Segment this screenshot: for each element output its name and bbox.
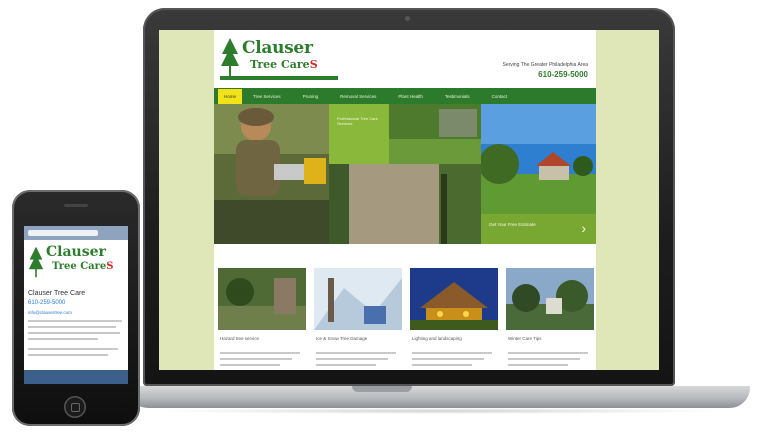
nav-item-home[interactable]: Home — [218, 88, 243, 104]
phone-screen: Clauser Tree CareS Clauser Tree Care 610… — [24, 226, 128, 384]
text-placeholder — [412, 352, 492, 354]
free-estimate-button[interactable]: Get Your Free Estimate › — [481, 214, 596, 244]
text-placeholder — [412, 364, 472, 366]
hero-cta-label: Get Your Free Estimate — [489, 222, 536, 227]
main-nav: Home Tree Services Pruning Removal Servi… — [214, 88, 596, 104]
webcam — [405, 16, 410, 21]
logo-text: Clauser — [46, 244, 106, 260]
laptop-shadow — [150, 408, 730, 414]
feature-card[interactable]: Hazard tree service — [218, 268, 306, 370]
chevron-right-icon: › — [581, 220, 586, 236]
text-placeholder — [316, 364, 376, 366]
text-placeholder — [28, 354, 108, 356]
home-button[interactable] — [64, 396, 86, 418]
feature-grid: Hazard tree service Ice & Snow Tree Dama… — [214, 268, 596, 370]
laptop-lid-notch — [352, 386, 412, 392]
website: Clauser Tree CareS Serving The Greater P… — [214, 30, 596, 370]
feature-card[interactable]: Winter Care Tips — [506, 268, 594, 370]
nav-item-contact[interactable]: Contact — [481, 94, 519, 99]
nav-item-testimonials[interactable]: Testimonials — [434, 94, 481, 99]
url-field[interactable] — [28, 230, 98, 236]
feature-title: Hazard tree service — [220, 336, 260, 341]
logo-text: Clauser — [242, 38, 313, 58]
laptop-base — [128, 386, 750, 408]
text-placeholder — [28, 326, 116, 328]
text-placeholder — [508, 358, 580, 360]
mobile-site-logo[interactable]: Clauser Tree CareS — [28, 244, 124, 284]
feature-title: Ice & Snow Tree Damage — [316, 336, 368, 341]
hero-photo-hedge — [389, 104, 481, 164]
logo-underline — [220, 76, 338, 80]
text-placeholder — [316, 358, 388, 360]
text-placeholder — [316, 352, 396, 354]
hero-photo-house — [481, 104, 596, 214]
browser-address-bar[interactable] — [24, 226, 128, 240]
text-placeholder — [508, 364, 568, 366]
hero-photo-stump — [329, 164, 481, 244]
feature-card[interactable]: Lighting and landscaping — [410, 268, 498, 370]
feature-thumbnail — [410, 268, 498, 330]
hero-panel: Professional Tree Care Services — [329, 104, 389, 164]
browser-toolbar[interactable] — [24, 370, 128, 384]
tree-icon — [221, 38, 239, 76]
feature-thumbnail — [506, 268, 594, 330]
feature-thumbnail — [218, 268, 306, 330]
site-header: Clauser Tree CareS Serving The Greater P… — [214, 30, 596, 88]
hero-banner: Professional Tree Care Services Get Your… — [214, 104, 596, 244]
phone-speaker — [64, 204, 88, 207]
feature-title: Winter Care Tips — [508, 336, 542, 341]
site-logo[interactable]: Clauser Tree CareS — [220, 36, 340, 82]
nav-item-plant-health[interactable]: Plant Health — [387, 94, 434, 99]
nav-item-removal[interactable]: Removal Services — [329, 94, 387, 99]
feature-card[interactable]: Ice & Snow Tree Damage — [314, 268, 402, 370]
mobile-page-title: Clauser Tree Care — [28, 290, 86, 297]
hero-panel-text: Professional Tree Care Services — [337, 116, 378, 126]
laptop-screen: Clauser Tree CareS Serving The Greater P… — [159, 30, 659, 370]
text-placeholder — [220, 364, 280, 366]
text-placeholder — [220, 358, 292, 360]
text-placeholder — [28, 338, 98, 340]
mobile-email-link[interactable]: info@clausertree.com — [28, 310, 72, 315]
logo-subtext: Tree CareS — [250, 58, 318, 71]
text-placeholder — [28, 320, 122, 322]
text-placeholder — [28, 348, 118, 350]
nav-item-pruning[interactable]: Pruning — [292, 94, 330, 99]
header-tagline: Serving The Greater Philadelphia Area — [502, 62, 588, 68]
text-placeholder — [220, 352, 300, 354]
feature-thumbnail — [314, 268, 402, 330]
mobile-phone-link[interactable]: 610-259-5000 — [28, 300, 65, 306]
header-phone[interactable]: 610-259-5000 — [538, 70, 588, 79]
tree-icon — [28, 246, 44, 278]
hero-photo-arborist — [214, 104, 329, 244]
laptop-device: Clauser Tree CareS Serving The Greater P… — [143, 8, 675, 386]
text-placeholder — [412, 358, 484, 360]
logo-subtext: Tree CareS — [52, 261, 114, 272]
text-placeholder — [508, 352, 588, 354]
text-placeholder — [28, 332, 120, 334]
feature-title: Lighting and landscaping — [412, 336, 462, 341]
home-square-icon — [71, 403, 80, 412]
nav-item-tree-services[interactable]: Tree Services — [242, 94, 292, 99]
phone-device: Clauser Tree CareS Clauser Tree Care 610… — [12, 190, 140, 426]
